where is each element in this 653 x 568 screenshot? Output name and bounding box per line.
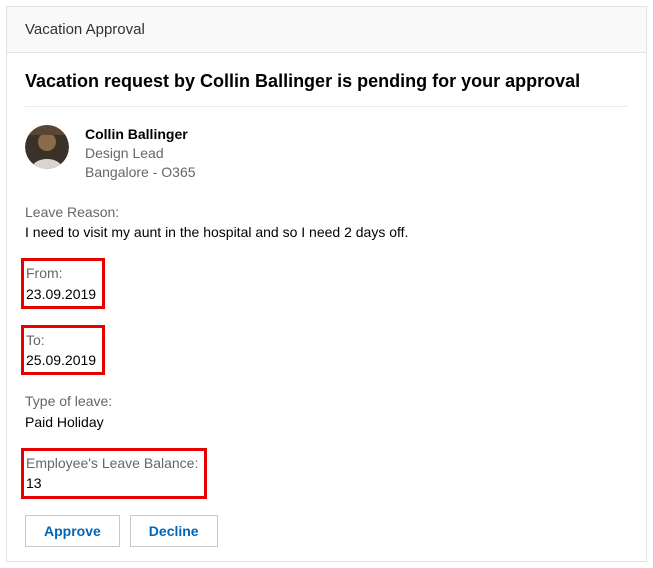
balance-value: 13 xyxy=(26,473,198,493)
requester-location: Bangalore - O365 xyxy=(85,163,196,182)
vacation-approval-card: Vacation Approval Vacation request by Co… xyxy=(6,6,647,562)
card-header: Vacation Approval xyxy=(7,7,646,53)
requester-role: Design Lead xyxy=(85,144,196,163)
to-label: To: xyxy=(26,330,96,350)
field-to: To: 25.09.2019 xyxy=(25,325,628,376)
approve-button[interactable]: Approve xyxy=(25,515,120,547)
from-highlight: From: 23.09.2019 xyxy=(21,258,105,309)
reason-value: I need to visit my aunt in the hospital … xyxy=(25,222,628,242)
field-leave-type: Type of leave: Paid Holiday xyxy=(25,391,628,432)
card-body: Vacation request by Collin Ballinger is … xyxy=(7,53,646,561)
from-label: From: xyxy=(26,263,96,283)
requester-info: Collin Ballinger Design Lead Bangalore -… xyxy=(85,125,196,182)
field-from: From: 23.09.2019 xyxy=(25,258,628,309)
card-title: Vacation Approval xyxy=(25,21,145,38)
from-value: 23.09.2019 xyxy=(26,284,96,304)
action-row: Approve Decline xyxy=(25,515,628,547)
requester-name: Collin Ballinger xyxy=(85,125,196,144)
to-highlight: To: 25.09.2019 xyxy=(21,325,105,376)
balance-highlight: Employee's Leave Balance: 13 xyxy=(21,448,207,499)
avatar xyxy=(25,125,69,169)
decline-button[interactable]: Decline xyxy=(130,515,218,547)
headline: Vacation request by Collin Ballinger is … xyxy=(25,71,628,107)
field-reason: Leave Reason: I need to visit my aunt in… xyxy=(25,202,628,243)
leave-type-value: Paid Holiday xyxy=(25,412,628,432)
balance-label: Employee's Leave Balance: xyxy=(26,453,198,473)
requester-block: Collin Ballinger Design Lead Bangalore -… xyxy=(25,125,628,182)
field-balance: Employee's Leave Balance: 13 xyxy=(25,448,628,499)
reason-label: Leave Reason: xyxy=(25,202,628,222)
to-value: 25.09.2019 xyxy=(26,350,96,370)
leave-type-label: Type of leave: xyxy=(25,391,628,411)
